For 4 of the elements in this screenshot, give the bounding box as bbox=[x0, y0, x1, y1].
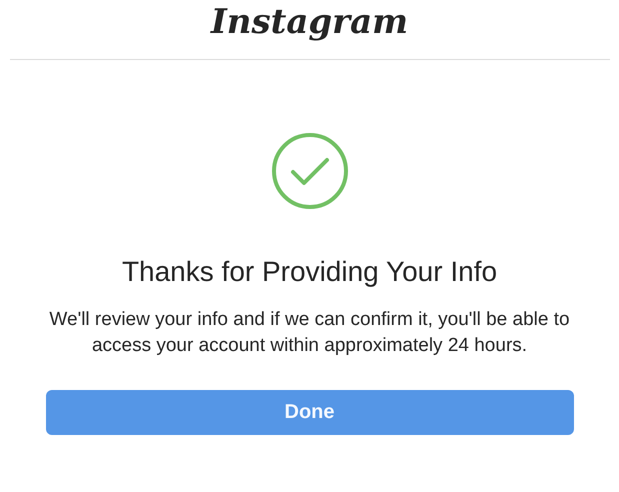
done-button[interactable]: Done bbox=[46, 390, 574, 435]
message-text: We'll review your info and if we can confirm it, you'll be able to access your account within approximately 24 hours. bbox=[48, 308, 571, 358]
heading: Thanks for Providing Your Info bbox=[122, 255, 498, 289]
logo: Instagram bbox=[210, 1, 408, 44]
